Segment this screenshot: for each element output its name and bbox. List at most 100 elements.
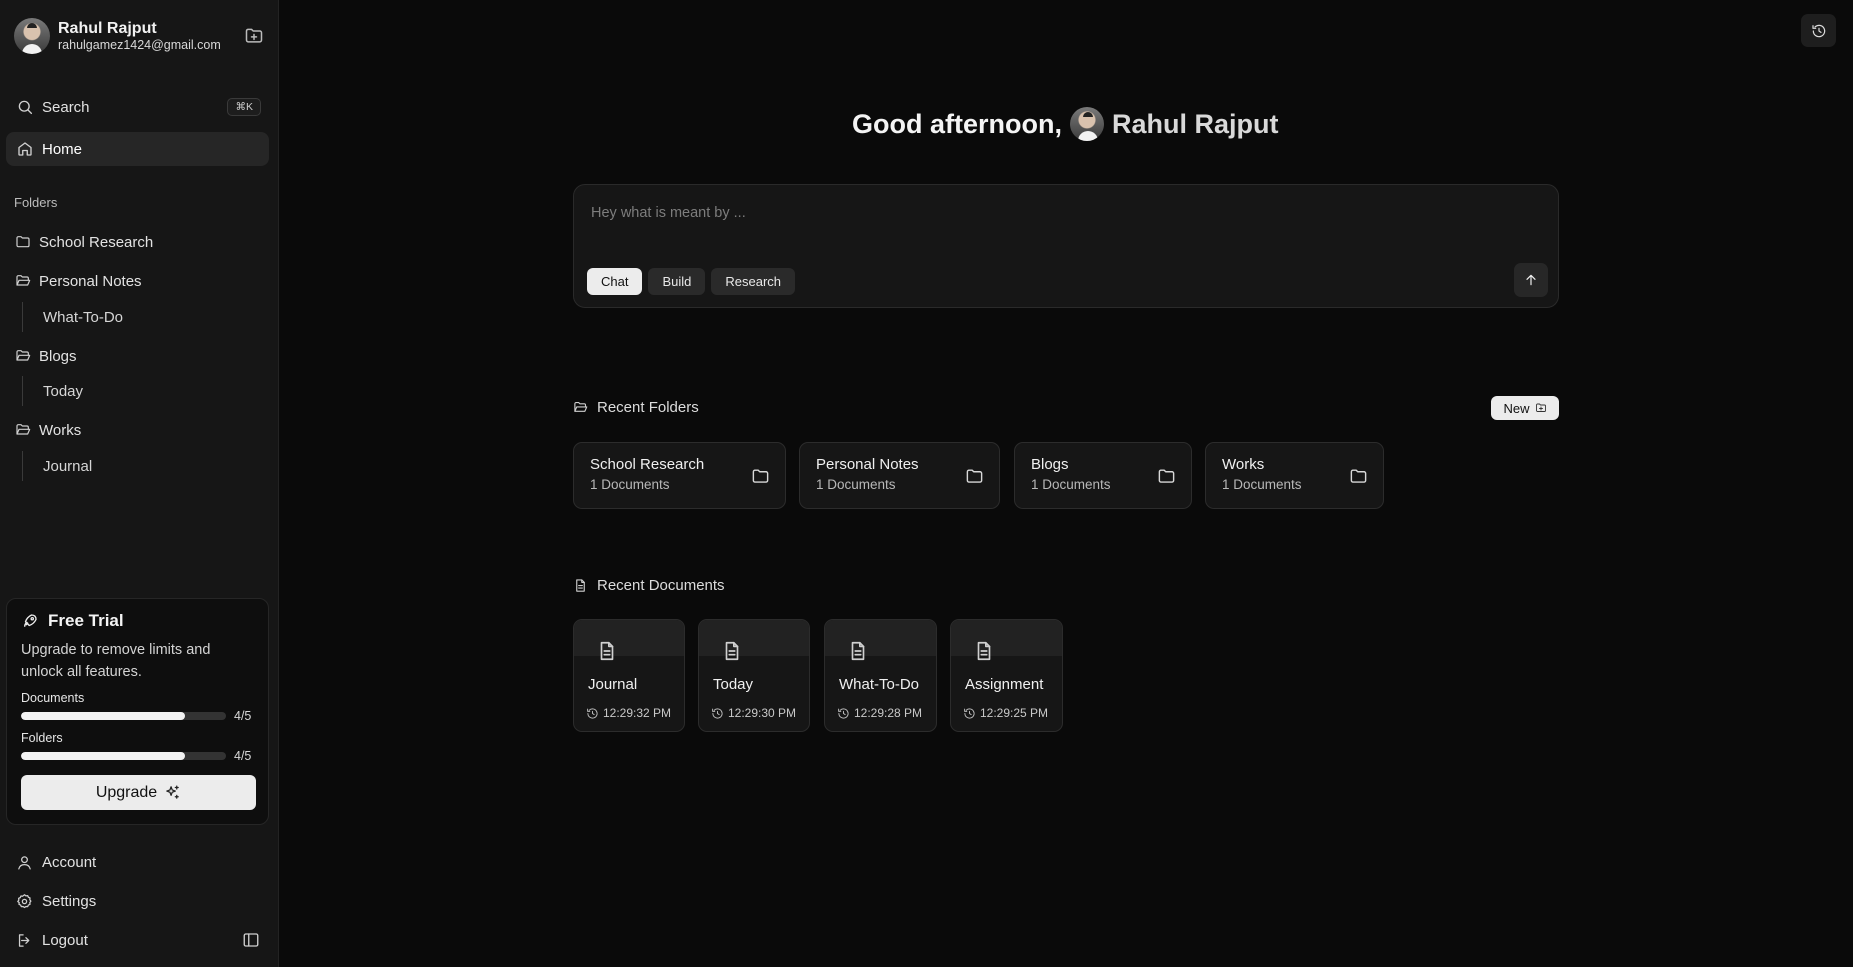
sidebar-doc-journal[interactable]: Journal bbox=[22, 451, 262, 481]
mode-research-button[interactable]: Research bbox=[711, 268, 796, 295]
logout-label: Logout bbox=[42, 931, 88, 949]
folder-open-icon bbox=[573, 400, 588, 415]
home-icon bbox=[16, 140, 34, 158]
sidebar-doc-what-to-do[interactable]: What-To-Do bbox=[22, 302, 262, 332]
account-button[interactable]: Account bbox=[6, 846, 269, 878]
folder-card-count: 1 Documents bbox=[1031, 477, 1111, 492]
history-button[interactable] bbox=[1801, 14, 1836, 47]
gear-icon bbox=[16, 893, 33, 910]
settings-label: Settings bbox=[42, 892, 97, 910]
logout-icon bbox=[16, 932, 33, 949]
document-card-time-text: 12:29:30 PM bbox=[728, 706, 797, 720]
doc-label: Journal bbox=[43, 457, 93, 475]
rocket-icon bbox=[21, 612, 39, 630]
documents-usage-label: Documents bbox=[21, 691, 85, 705]
folder-plus-icon bbox=[1535, 402, 1547, 414]
folder-card-personal-notes[interactable]: Personal Notes 1 Documents bbox=[799, 442, 1000, 509]
new-label: New bbox=[1503, 400, 1530, 416]
folder-card-blogs[interactable]: Blogs 1 Documents bbox=[1014, 442, 1192, 509]
document-card-name: What-To-Do bbox=[839, 676, 920, 693]
trial-title: Free Trial bbox=[48, 611, 124, 630]
settings-button[interactable]: Settings bbox=[6, 885, 269, 917]
document-icon bbox=[573, 578, 588, 593]
recent-documents-title: Recent Documents bbox=[597, 577, 725, 594]
folder-label: Works bbox=[39, 421, 82, 439]
user-profile[interactable]: Rahul Rajput rahulgamez1424@gmail.com bbox=[14, 16, 264, 56]
folder-icon bbox=[965, 467, 984, 486]
sidebar-item-home[interactable]: Home bbox=[6, 132, 269, 166]
folders-usage: Folders 4/5 bbox=[21, 731, 254, 763]
mode-build-button[interactable]: Build bbox=[648, 268, 706, 295]
sparkles-icon bbox=[164, 784, 181, 801]
send-button[interactable] bbox=[1514, 263, 1548, 297]
sidebar-doc-today[interactable]: Today bbox=[22, 376, 262, 406]
trial-description: Upgrade to remove limits and unlock all … bbox=[21, 642, 211, 680]
doc-label: Today bbox=[43, 382, 84, 400]
search-icon bbox=[16, 98, 34, 116]
user-name: Rahul Rajput bbox=[58, 19, 157, 37]
mode-chat-button[interactable]: Chat bbox=[587, 268, 643, 295]
greeting-text: Good afternoon, bbox=[852, 108, 1062, 139]
recent-documents-heading: Recent Documents bbox=[573, 577, 725, 594]
arrow-up-icon bbox=[1523, 272, 1539, 288]
doc-label: What-To-Do bbox=[43, 308, 124, 326]
document-card-name: Journal bbox=[588, 676, 638, 693]
upgrade-button[interactable]: Upgrade bbox=[21, 775, 256, 810]
history-icon bbox=[1811, 23, 1827, 39]
documents-usage-count: 4/5 bbox=[234, 709, 252, 723]
history-icon bbox=[837, 707, 850, 720]
document-icon bbox=[721, 639, 743, 663]
free-trial-card: Free Trial Upgrade to remove limits and … bbox=[6, 598, 269, 825]
history-icon bbox=[586, 707, 599, 720]
document-card-today[interactable]: Today 12:29:30 PM bbox=[698, 619, 810, 732]
document-card-time-text: 12:29:32 PM bbox=[603, 706, 672, 720]
folder-card-count: 1 Documents bbox=[590, 477, 670, 492]
documents-usage: Documents 4/5 bbox=[21, 691, 254, 723]
folders-usage-label: Folders bbox=[21, 731, 63, 745]
folder-card-school-research[interactable]: School Research 1 Documents bbox=[573, 442, 786, 509]
document-card-time-text: 12:29:25 PM bbox=[980, 706, 1049, 720]
recent-folders-title: Recent Folders bbox=[597, 399, 699, 416]
folders-usage-count: 4/5 bbox=[234, 749, 252, 763]
folder-open-icon bbox=[15, 422, 31, 438]
history-icon bbox=[963, 707, 976, 720]
sidebar-folder-personal-notes[interactable]: Personal Notes bbox=[6, 266, 269, 296]
prompt-input[interactable] bbox=[591, 201, 1491, 225]
document-icon bbox=[847, 639, 869, 663]
sidebar-folder-school-research[interactable]: School Research bbox=[6, 227, 269, 257]
document-card-name: Assignment bbox=[965, 676, 1044, 693]
document-card-time: 12:29:30 PM bbox=[711, 706, 796, 720]
greeting: Good afternoon, Rahul Rajput bbox=[852, 104, 1278, 144]
prompt-box: Chat Build Research bbox=[573, 184, 1559, 308]
home-label: Home bbox=[42, 140, 83, 158]
search-button[interactable]: Search ⌘K bbox=[6, 90, 269, 124]
document-card-what-to-do[interactable]: What-To-Do 12:29:28 PM bbox=[824, 619, 937, 732]
sidebar-folder-blogs[interactable]: Blogs bbox=[6, 341, 269, 371]
document-card-assignment[interactable]: Assignment 12:29:25 PM bbox=[950, 619, 1063, 732]
new-folder-icon[interactable] bbox=[244, 26, 264, 46]
document-card-name: Today bbox=[713, 676, 754, 693]
greeting-avatar bbox=[1069, 107, 1104, 141]
document-card-journal[interactable]: Journal 12:29:32 PM bbox=[573, 619, 685, 732]
folder-card-works[interactable]: Works 1 Documents bbox=[1205, 442, 1384, 509]
document-icon bbox=[973, 639, 995, 663]
folder-open-icon bbox=[15, 348, 31, 364]
folder-label: Blogs bbox=[39, 347, 77, 365]
document-card-time: 12:29:28 PM bbox=[837, 706, 922, 720]
folder-icon bbox=[1157, 467, 1176, 486]
document-card-time: 12:29:25 PM bbox=[963, 706, 1048, 720]
user-email: rahulgamez1424@gmail.com bbox=[58, 38, 221, 53]
logout-button[interactable]: Logout bbox=[6, 924, 206, 956]
search-label: Search bbox=[42, 98, 90, 116]
folder-label: School Research bbox=[39, 233, 154, 251]
sidebar-toggle-icon[interactable] bbox=[242, 931, 260, 949]
mode-selector: Chat Build Research bbox=[587, 268, 796, 295]
sidebar-folder-works[interactable]: Works bbox=[6, 415, 269, 445]
folder-card-count: 1 Documents bbox=[816, 477, 896, 492]
history-icon bbox=[711, 707, 724, 720]
folders-heading: Folders bbox=[14, 195, 58, 210]
folder-open-icon bbox=[15, 273, 31, 289]
upgrade-label: Upgrade bbox=[95, 783, 158, 801]
new-folder-button[interactable]: New bbox=[1491, 396, 1559, 420]
folders-progress-bar bbox=[21, 752, 226, 760]
